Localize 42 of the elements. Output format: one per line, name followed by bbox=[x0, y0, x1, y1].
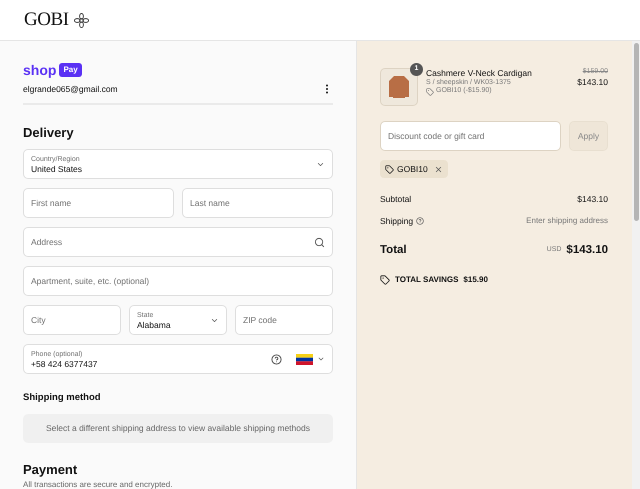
summary-label: Subtotal bbox=[380, 193, 412, 206]
section-heading: Payment bbox=[23, 463, 78, 476]
text-input-field[interactable]: Last name bbox=[182, 188, 333, 218]
flower-logo-icon bbox=[74, 12, 89, 28]
field-value: Alabama bbox=[137, 320, 171, 329]
field-value: United States bbox=[31, 164, 82, 173]
tag-icon bbox=[385, 164, 394, 174]
flag-icon[interactable] bbox=[296, 354, 313, 365]
field-value: +58 424 6377437 bbox=[31, 360, 98, 368]
shop-logo-text: shop bbox=[23, 63, 56, 77]
scrollbar[interactable] bbox=[632, 41, 640, 489]
search-icon bbox=[314, 236, 325, 248]
address-input-field[interactable]: Address bbox=[23, 227, 333, 258]
savings-value: $15.90 bbox=[463, 274, 488, 286]
discount-input-field[interactable]: Discount code or gift card bbox=[380, 121, 561, 151]
tag-icon bbox=[380, 274, 390, 285]
brand-logo-text[interactable]: GOBI bbox=[24, 6, 69, 34]
summary-value: $143.10 bbox=[577, 193, 608, 206]
pay-badge: Pay bbox=[59, 63, 82, 77]
total-label: Total bbox=[380, 242, 407, 258]
savings-label: TOTAL SAVINGS bbox=[395, 274, 458, 286]
text-input-field[interactable]: First name bbox=[23, 188, 174, 218]
account-email: elgrande065@gmail.com bbox=[23, 83, 118, 96]
help-icon[interactable] bbox=[416, 217, 424, 226]
text-input-field[interactable]: ZIP code bbox=[235, 305, 333, 336]
remove-icon[interactable] bbox=[434, 164, 443, 174]
text-input-field[interactable]: City bbox=[23, 305, 121, 336]
product-price: $143.10 bbox=[577, 76, 608, 88]
summary-value: Enter shipping address bbox=[526, 215, 608, 228]
discount-code: GOBI10 bbox=[397, 162, 428, 176]
total-value: $143.10 bbox=[566, 242, 608, 258]
sweater-icon bbox=[388, 75, 410, 99]
text-input-field[interactable]: Apartment, suite, etc. (optional) bbox=[23, 266, 333, 296]
summary-label: Shipping bbox=[380, 214, 414, 228]
payment-subtitle: All transactions are secure and encrypted. bbox=[23, 481, 174, 489]
section-heading: Shipping method bbox=[23, 391, 102, 406]
help-icon[interactable] bbox=[271, 354, 282, 365]
section-heading: Delivery bbox=[23, 124, 75, 142]
tag-icon bbox=[426, 88, 434, 96]
address-input[interactable]: Address bbox=[31, 236, 314, 249]
shipping-method-notice: Select a different shipping address to view available shipping methods bbox=[23, 414, 333, 443]
product-name: Cashmere V-Neck Cardigan bbox=[426, 68, 533, 78]
